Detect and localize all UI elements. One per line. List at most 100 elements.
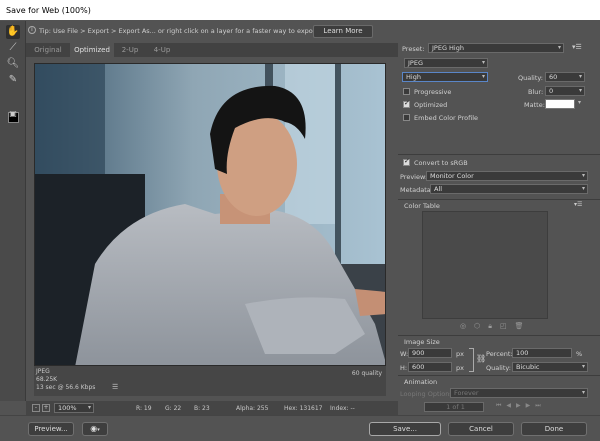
info-quality: 60 quality (351, 370, 382, 377)
blur-value: 0 (549, 87, 554, 95)
info-download-time: 13 sec @ 56.6 Kbps (36, 384, 96, 391)
web-shift-icon[interactable]: ⬡ (474, 322, 488, 330)
eyedropper-tool-icon[interactable]: ✎ (6, 73, 20, 87)
zoom-select[interactable]: 100% ▾ (54, 403, 94, 413)
link-proportions-icon[interactable]: ⛓︎ (476, 354, 486, 363)
chevron-down-icon: ▾ (581, 363, 585, 370)
browser-preview-button[interactable]: ◉▾ (82, 422, 108, 436)
animation-title: Animation (404, 378, 438, 386)
resample-quality-select[interactable]: Bicubic ▾ (512, 362, 588, 372)
divider (398, 154, 600, 155)
chevron-down-icon: ▾ (481, 59, 485, 66)
width-label: W: (400, 350, 409, 358)
status-index: Index: -- (330, 405, 355, 412)
optimize-settings-panel: Preset: JPEG High ▾ ▾☰ JPEG ▾ High ▾ Qualit… (398, 41, 600, 415)
optimized-label: Optimized (414, 101, 448, 109)
chevron-down-icon: ▾ (581, 389, 585, 396)
preview-value: Monitor Color (430, 172, 474, 180)
matte-color-swatch[interactable] (545, 99, 575, 109)
lock-color-icon[interactable]: 🔒︎ (488, 322, 500, 330)
learn-more-button[interactable]: Learn More (313, 25, 373, 38)
height-value: 600 (412, 363, 425, 371)
height-input[interactable]: 600 (408, 362, 452, 372)
compression-quality-select[interactable]: High ▾ (402, 72, 488, 82)
play-icon[interactable]: ▶ (516, 402, 526, 409)
width-input[interactable]: 900 (408, 348, 452, 358)
last-frame-icon[interactable]: ⏭ (535, 402, 545, 409)
zoom-tool-icon[interactable]: 🔍︎ (6, 57, 20, 71)
frame-counter: 1 of 1 (424, 402, 484, 412)
save-button[interactable]: Save... (369, 422, 441, 436)
done-button[interactable]: Done (521, 422, 587, 436)
width-unit: px (456, 350, 464, 358)
next-frame-icon[interactable]: ▶ (526, 402, 536, 409)
chevron-down-icon: ▾ (581, 185, 585, 192)
percent-input[interactable]: 100 (512, 348, 572, 358)
prev-frame-icon[interactable]: ◀ (506, 402, 516, 409)
looping-options-value: Forever (454, 389, 479, 397)
metadata-label: Metadata: (400, 186, 433, 194)
chevron-down-icon: ▾ (481, 73, 485, 80)
blur-input[interactable]: 0 ▾ (545, 86, 585, 96)
preset-label: Preset: (402, 45, 425, 53)
zoom-value: 100% (58, 404, 77, 412)
photo-preview (35, 64, 385, 365)
image-preview[interactable] (34, 63, 386, 366)
download-options-icon[interactable]: ☰ (112, 383, 118, 391)
compression-value: High (406, 73, 421, 81)
settings-menu-icon[interactable]: ▾☰ (572, 43, 582, 51)
status-alpha: Alpha: 255 (236, 405, 269, 412)
toggle-slices-icon[interactable]: ▣ (6, 107, 20, 121)
optimized-checkbox[interactable] (403, 99, 410, 108)
width-value: 900 (412, 349, 425, 357)
preview-select[interactable]: Monitor Color ▾ (426, 171, 588, 181)
percent-unit: % (576, 350, 583, 358)
tab-original[interactable]: Original (26, 43, 70, 57)
cancel-button[interactable]: Cancel (448, 422, 514, 436)
hand-tool-icon[interactable]: ✋ (6, 25, 20, 39)
quality-input[interactable]: 60 ▾ (545, 72, 585, 82)
tab-4-up[interactable]: 4-Up (146, 43, 178, 57)
chevron-down-icon: ▾ (87, 404, 91, 411)
looping-options-select[interactable]: Forever ▾ (450, 388, 588, 398)
preview-button[interactable]: Preview... (28, 422, 74, 436)
info-format: JPEG (36, 368, 50, 375)
image-size-title: Image Size (404, 338, 440, 346)
bottom-bar: Preview... ◉▾ Save... Cancel Done (0, 415, 600, 441)
convert-srgb-checkbox[interactable] (403, 157, 410, 166)
tab-optimized[interactable]: Optimized (70, 43, 114, 57)
tool-palette: ✋ ⟋ 🔍︎ ✎ ▣ (0, 21, 26, 401)
progressive-checkbox[interactable] (403, 88, 410, 95)
percent-label: Percent: (486, 350, 513, 358)
color-table-menu-icon[interactable]: ▾☰ (574, 201, 582, 208)
zoom-out-button[interactable]: - (32, 404, 40, 412)
chevron-down-icon[interactable]: ▾ (578, 99, 581, 106)
divider (398, 335, 600, 336)
metadata-select[interactable]: All ▾ (430, 184, 588, 194)
tab-2-up[interactable]: 2-Up (114, 43, 146, 57)
format-select[interactable]: JPEG ▾ (404, 58, 488, 68)
window-title: Save for Web (100%) (0, 0, 600, 20)
first-frame-icon[interactable]: ⏮ (496, 402, 506, 409)
height-unit: px (456, 364, 464, 372)
color-table-actions[interactable]: ◎⬡🔒︎◰🗑︎ (460, 322, 531, 331)
zoom-in-button[interactable]: + (42, 404, 50, 412)
image-info-panel: JPEG 68.25K 13 sec @ 56.6 Kbps ☰ 60 qual… (34, 366, 386, 396)
map-color-icon[interactable]: ◎ (460, 322, 474, 330)
blur-label: Blur: (528, 88, 544, 96)
divider (398, 375, 600, 376)
percent-value: 100 (516, 349, 529, 357)
status-bar: - + 100% ▾ R: 19 G: 22 B: 23 Alpha: 255 H… (26, 401, 400, 415)
color-table-grid[interactable] (422, 211, 548, 319)
delete-color-icon[interactable]: 🗑︎ (515, 322, 532, 330)
convert-srgb-label: Convert to sRGB (414, 159, 468, 167)
color-table-title: Color Table (404, 202, 440, 210)
info-icon: i (28, 26, 36, 34)
slice-select-tool-icon[interactable]: ⟋ (6, 41, 20, 55)
tip-bar: i Tip: Use File > Export > Export As... … (26, 21, 400, 41)
preset-select[interactable]: JPEG High ▾ (428, 43, 564, 53)
resample-quality-value: Bicubic (516, 363, 540, 371)
link-bracket (469, 348, 474, 372)
new-color-icon[interactable]: ◰ (500, 322, 515, 330)
embed-color-profile-checkbox[interactable] (403, 114, 410, 121)
